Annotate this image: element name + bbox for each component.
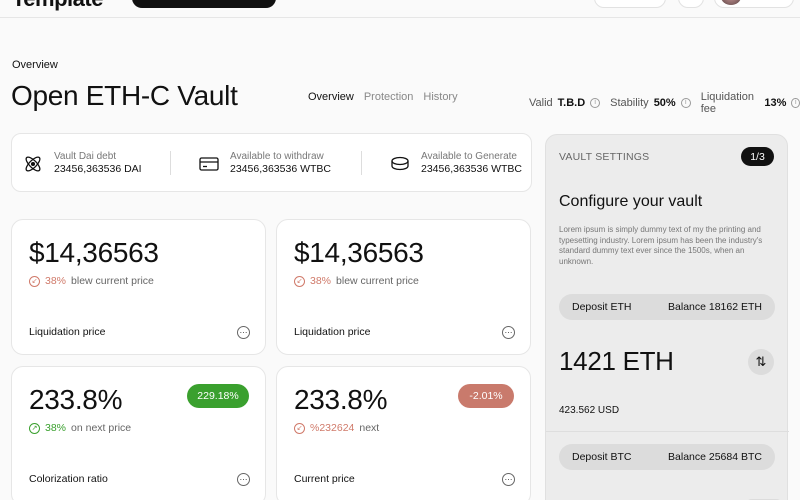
- app-logo[interactable]: Template: [12, 0, 103, 12]
- usd-amount: 423.562 USD: [559, 405, 620, 416]
- atom-icon: [22, 153, 44, 175]
- panel-description: Lorem ipsum is simply dummy text of my t…: [559, 225, 763, 266]
- vault-stats: Valid T.B.D i Stability 50% i Liquidatio…: [529, 91, 800, 115]
- card-label: Liquidation price: [29, 326, 106, 338]
- vault-settings-panel: VAULT SETTINGS 1/3 Configure your vault …: [545, 134, 789, 500]
- card-icon: [198, 153, 220, 175]
- card-value: 233.8%: [294, 384, 388, 415]
- colorization-ratio-card: 233.8% 229.18% ↗ 38% on next price Color…: [11, 366, 266, 500]
- avatar: [721, 0, 741, 5]
- panel-heading: VAULT SETTINGS: [559, 151, 650, 163]
- change-badge: -2.01%: [458, 384, 514, 408]
- arrow-down-icon: ↙: [294, 275, 305, 287]
- page-title: Open ETH-C Vault: [11, 80, 238, 111]
- step-indicator: 1/3: [741, 147, 774, 166]
- panel-title: Configure your vault: [559, 193, 703, 210]
- card-value: $14,36563: [29, 237, 159, 268]
- top-primary-button[interactable]: [132, 0, 276, 8]
- summary-available-withdraw: Available to withdraw 23456,363536 WTBC: [198, 151, 331, 175]
- tab-protection[interactable]: Protection: [364, 91, 414, 103]
- arrow-down-icon: ↙: [29, 275, 40, 287]
- change-badge: 229.18%: [187, 384, 249, 408]
- card-change: ↙ 38% blew current price: [29, 275, 154, 287]
- card-label: Colorization ratio: [29, 473, 108, 485]
- coins-icon: [389, 153, 411, 175]
- card-change: ↗ 38% on next price: [29, 422, 131, 434]
- info-icon[interactable]: i: [791, 98, 800, 108]
- vault-summary: Vault Dai debt 23456,363536 DAI Availabl…: [11, 133, 532, 192]
- more-icon[interactable]: ⋯: [237, 473, 250, 486]
- card-value: $14,36563: [294, 237, 424, 268]
- card-change: ↙ 38% blew current price: [294, 275, 419, 287]
- user-menu[interactable]: [714, 0, 794, 8]
- arrow-down-icon: ↙: [294, 422, 305, 434]
- tab-bar: Overview Protection History: [308, 91, 458, 103]
- deposit-eth-selector[interactable]: Deposit ETH Balance 18162 ETH: [559, 294, 775, 320]
- divider: [546, 431, 789, 432]
- deposit-btc-selector[interactable]: Deposit BTC Balance 25684 BTC: [559, 444, 775, 470]
- summary-available-generate: Available to Generate 23456,363536 WTBC: [389, 151, 522, 175]
- top-icon-button[interactable]: [678, 0, 704, 8]
- tab-overview[interactable]: Overview: [308, 91, 354, 103]
- divider: [361, 151, 362, 175]
- more-icon[interactable]: ⋯: [502, 326, 515, 339]
- card-value: 233.8%: [29, 384, 123, 415]
- summary-dai-debt: Vault Dai debt 23456,363536 DAI: [22, 151, 142, 175]
- top-bar: Template: [0, 0, 800, 18]
- tab-history[interactable]: History: [423, 91, 457, 103]
- arrow-up-icon: ↗: [29, 422, 40, 434]
- stat-stability: Stability 50% i: [610, 97, 691, 109]
- more-icon[interactable]: ⋯: [237, 326, 250, 339]
- info-icon[interactable]: i: [680, 98, 691, 108]
- top-pill-button[interactable]: [594, 0, 666, 8]
- card-change: ↙ %232624 next: [294, 422, 379, 434]
- liquidation-price-card: $14,36563 ↙ 38% blew current price Liqui…: [11, 219, 266, 355]
- info-icon[interactable]: i: [590, 98, 601, 108]
- stat-valid: Valid T.B.D i: [529, 97, 601, 109]
- current-price-card: 233.8% -2.01% ↙ %232624 next Current pri…: [276, 366, 531, 500]
- more-icon[interactable]: ⋯: [502, 473, 515, 486]
- divider: [170, 151, 171, 175]
- stat-liquidation-fee: Liquidation fee 13% i: [701, 91, 800, 115]
- swap-icon[interactable]: ⇅: [748, 349, 774, 375]
- card-label: Liquidation price: [294, 326, 371, 338]
- eth-amount-input[interactable]: 1421 ETH: [559, 346, 674, 377]
- liquidation-price-card: $14,36563 ↙ 38% blew current price Liqui…: [276, 219, 531, 355]
- breadcrumb: Overview: [12, 59, 58, 71]
- card-label: Current price: [294, 473, 355, 485]
